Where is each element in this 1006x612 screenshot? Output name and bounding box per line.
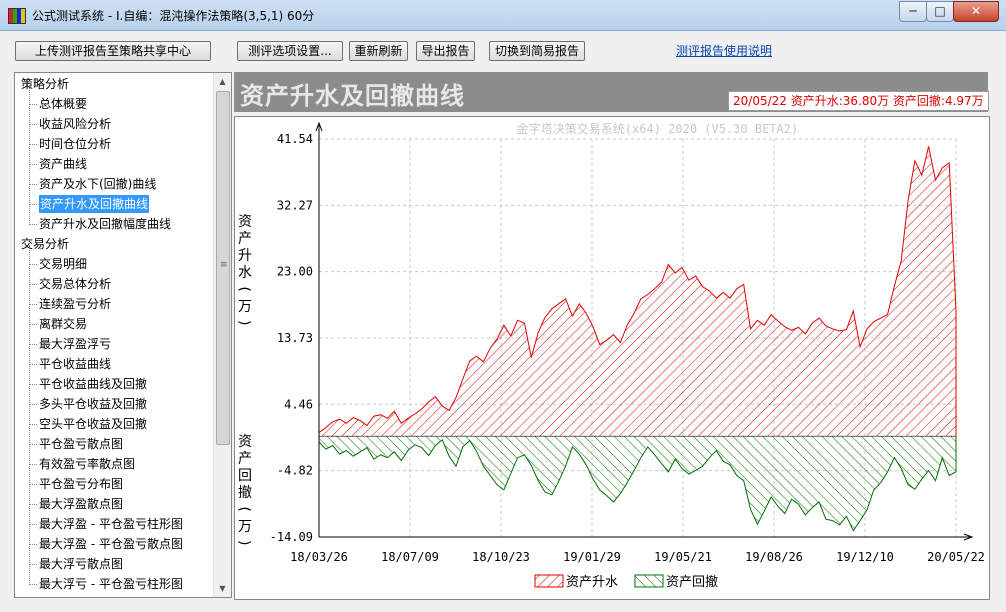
y-label-char: 水 — [238, 265, 252, 281]
y-tick-label: 4.46 — [284, 397, 313, 411]
title-bar: 公式测试系统 - I.自编：混沌操作法策略(3,5,1) 60分 ─ □ ✕ — [0, 0, 1006, 31]
switch-simple-report-button[interactable]: 切换到简易报告 — [489, 41, 585, 61]
x-tick-label: 19/08/26 — [745, 550, 803, 564]
y-label-char: 产 — [238, 231, 252, 247]
tree-item[interactable]: 最大浮亏散点图 — [28, 555, 123, 573]
equity-premium-area — [319, 146, 956, 437]
chart-header: 资产升水及回撤曲线 20/05/22 资产升水:36.80万 资产回撤:4.97… — [234, 72, 989, 112]
y-tick-label: 41.54 — [277, 132, 313, 146]
x-tick-label: 18/07/09 — [381, 550, 439, 564]
tree-item[interactable]: 资产及水下(回撤)曲线 — [28, 175, 156, 193]
x-tick-label: 18/10/23 — [472, 550, 530, 564]
scrollbar-thumb[interactable]: ≡ — [216, 91, 230, 445]
x-tick-label: 19/05/21 — [654, 550, 712, 564]
y-tick-label: 23.00 — [277, 265, 313, 279]
x-tick-label: 18/03/26 — [290, 550, 348, 564]
y-label-char: ) — [236, 539, 252, 547]
help-link[interactable]: 测评报告使用说明 — [676, 42, 772, 59]
y-label-char: 升 — [238, 248, 252, 264]
tree-item[interactable]: 最大浮盈 - 平仓盈亏散点图 — [29, 535, 183, 553]
tree-item[interactable]: 总体概要 — [28, 95, 87, 113]
analysis-tree[interactable]: ▲ ≡ ▼ 策略分析 总体概要 收益风险分析 时间仓位分析 资产曲线 资产及水下(回撤)曲… — [14, 72, 232, 598]
upload-report-button[interactable]: 上传测评报告至策略共享中心 — [15, 41, 211, 61]
tree-item[interactable]: 最大浮亏 - 平仓盈亏柱形图 — [29, 575, 183, 593]
status-strip — [0, 600, 1006, 612]
window-title: 公式测试系统 - I.自编：混沌操作法策略(3,5,1) 60分 — [32, 9, 315, 23]
tree-connector — [29, 85, 30, 225]
y-axis-label-drawdown: 资产回撤 ( 万) — [236, 434, 252, 547]
maximize-icon: □ — [934, 4, 946, 18]
drawdown-area — [319, 436, 956, 531]
tree-item[interactable]: 最大浮盈散点图 — [28, 495, 123, 513]
export-report-button[interactable]: 导出报告 — [416, 41, 475, 61]
tree-connector — [29, 245, 30, 585]
y-label-char: ) — [236, 319, 252, 327]
y-label-char: 撤 — [238, 485, 252, 501]
tree-item[interactable]: 资产升水及回撤幅度曲线 — [28, 215, 171, 233]
minimize-button[interactable]: ─ — [899, 1, 927, 22]
y-label-char: 资 — [238, 214, 252, 230]
tree-item[interactable]: 交易总体分析 — [28, 275, 111, 293]
y-label-char: 万 — [238, 519, 252, 535]
y-tick-label: 32.27 — [277, 198, 313, 212]
y-tick-label: 13.73 — [277, 331, 313, 345]
close-button[interactable]: ✕ — [953, 1, 999, 22]
close-icon: ✕ — [970, 4, 982, 18]
app-icon — [8, 8, 26, 24]
y-label-char: 资 — [238, 434, 252, 450]
tree-item[interactable]: 交易明细 — [28, 255, 87, 273]
chart-title: 资产升水及回撤曲线 — [240, 82, 465, 110]
grip-icon: ≡ — [220, 260, 228, 270]
tree-item[interactable]: 资产曲线 — [28, 155, 87, 173]
y-axis-label-premium: 资产升水 ( 万) — [236, 214, 252, 327]
y-label-char: 回 — [238, 468, 252, 484]
tree-item[interactable]: 有效盈亏率散点图 — [28, 455, 135, 473]
chart-panel: 金字塔决策交易系统(x64) 2020 (V5.30 BETA2) 41.54 32… — [234, 116, 990, 600]
tree-scrollbar[interactable]: ▲ ≡ ▼ — [213, 73, 231, 597]
tree-item[interactable]: 空头平仓收益及回撤 — [28, 415, 147, 433]
scroll-down-icon[interactable]: ▼ — [214, 580, 231, 597]
scroll-up-icon[interactable]: ▲ — [214, 73, 231, 90]
legend-swatch-premium — [534, 574, 564, 588]
tree-item[interactable]: 平仓收益曲线及回撤 — [28, 375, 147, 393]
chart-watermark: 金字塔决策交易系统(x64) 2020 (V5.30 BETA2) — [517, 121, 798, 136]
tree-item[interactable]: 收益风险分析 — [28, 115, 111, 133]
y-label-char: ( — [236, 285, 252, 293]
y-tick-label: -14.09 — [270, 530, 313, 544]
tree-item[interactable]: 时间仓位分析 — [28, 135, 111, 153]
tree-item[interactable]: 多头平仓收益及回撤 — [28, 395, 147, 413]
y-label-char: 产 — [238, 451, 252, 467]
chart-info-box: 20/05/22 资产升水:36.80万 资产回撤:4.97万 — [728, 91, 989, 111]
minimize-icon: ─ — [909, 4, 917, 18]
x-tick-label: 20/05/22 — [927, 550, 985, 564]
test-options-button[interactable]: 测评选项设置... — [237, 41, 343, 61]
x-tick-label: 19/12/10 — [836, 550, 894, 564]
maximize-button[interactable]: □ — [926, 1, 954, 22]
tree-item-selected[interactable]: 资产升水及回撤曲线 — [28, 195, 150, 213]
equity-chart: 金字塔决策交易系统(x64) 2020 (V5.30 BETA2) 41.54 32… — [236, 121, 985, 590]
legend-swatch-drawdown — [634, 574, 664, 588]
y-label-char: 万 — [238, 299, 252, 315]
tree-item[interactable]: 最大浮盈 - 平仓盈亏柱形图 — [29, 515, 183, 533]
refresh-button[interactable]: 重新刷新 — [349, 41, 408, 61]
x-tick-label: 19/01/29 — [563, 550, 621, 564]
tree-item[interactable]: 平仓盈亏散点图 — [28, 435, 123, 453]
y-label-char: ( — [236, 505, 252, 513]
tree-item[interactable]: 连续盈亏分析 — [28, 295, 111, 313]
tree-item[interactable]: 平仓盈亏分布图 — [28, 475, 123, 493]
legend-label-drawdown: 资产回撤 — [666, 574, 718, 590]
tree-item[interactable]: 最大浮盈浮亏 — [28, 335, 111, 353]
legend-label-premium: 资产升水 — [566, 575, 618, 590]
tree-item[interactable]: 平仓收益曲线 — [28, 355, 111, 373]
tree-item[interactable]: 离群交易 — [28, 315, 87, 333]
y-tick-label: -4.82 — [277, 464, 313, 478]
